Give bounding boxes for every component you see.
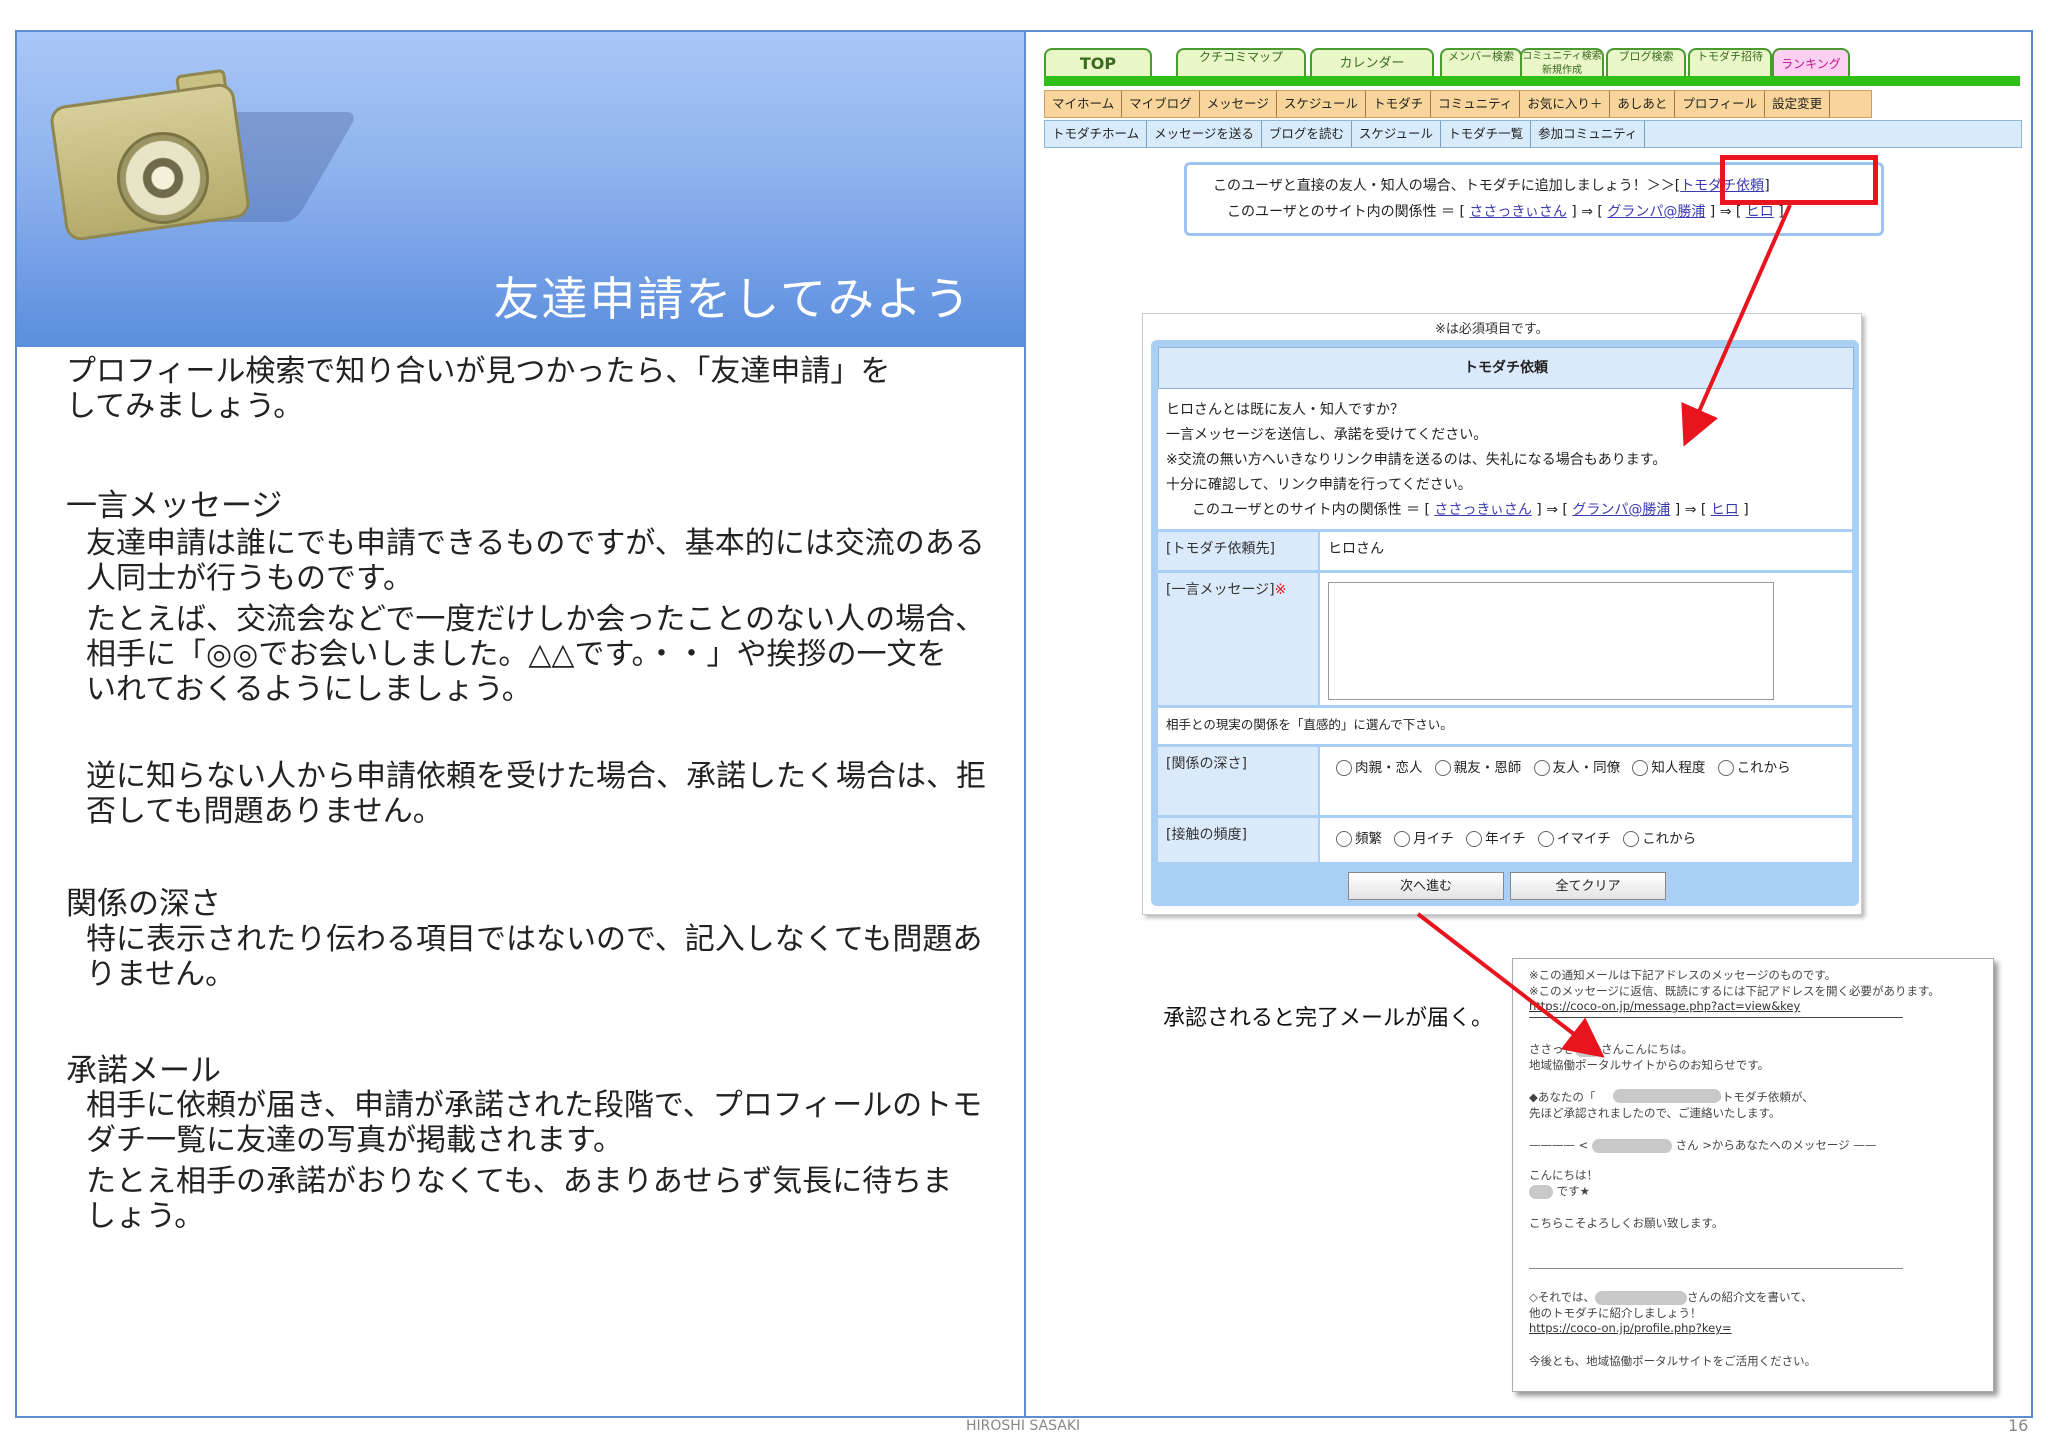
- arrow-to-mail: [1416, 912, 1605, 1058]
- page-number: 16: [2008, 1416, 2029, 1435]
- footer-author: HIROSHI SASAKI: [966, 1418, 1081, 1434]
- annotation-arrows: [1416, 204, 1792, 1058]
- arrow-to-form: [1681, 204, 1792, 447]
